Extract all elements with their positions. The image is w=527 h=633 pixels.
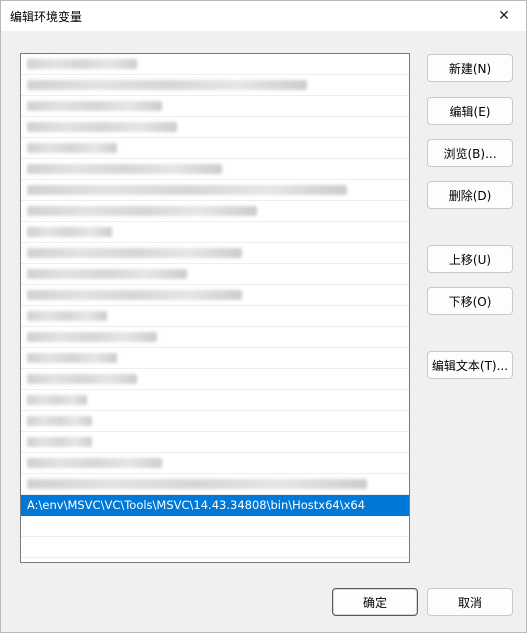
redacted-path-text xyxy=(27,122,177,132)
redacted-path-text xyxy=(27,290,242,300)
edit-text-button[interactable]: 编辑文本(T)... xyxy=(427,351,513,379)
list-item[interactable] xyxy=(21,180,409,201)
redacted-path-text xyxy=(27,269,187,279)
redacted-path-text xyxy=(27,101,162,111)
redacted-path-text xyxy=(27,479,367,489)
title-bar: 编辑环境变量 ✕ xyxy=(1,1,526,31)
list-item[interactable] xyxy=(21,264,409,285)
list-item[interactable] xyxy=(21,222,409,243)
redacted-path-text xyxy=(27,458,162,468)
redacted-path-text xyxy=(27,353,117,363)
cancel-button[interactable]: 取消 xyxy=(427,588,513,616)
edit-env-variable-dialog: 编辑环境变量 ✕ A:\env\MSVC\VC\Tools\MSVC\14.43… xyxy=(0,0,527,633)
list-item[interactable] xyxy=(21,411,409,432)
redacted-path-text xyxy=(27,80,307,90)
redacted-path-text xyxy=(27,227,112,237)
list-item[interactable] xyxy=(21,474,409,495)
redacted-path-text xyxy=(27,437,92,447)
redacted-path-text xyxy=(27,206,257,216)
redacted-path-text xyxy=(27,164,222,174)
new-button[interactable]: 新建(N) xyxy=(427,54,513,82)
ok-button[interactable]: 确定 xyxy=(332,588,418,616)
list-item[interactable] xyxy=(21,138,409,159)
redacted-path-text xyxy=(27,311,107,321)
redacted-path-text xyxy=(27,143,117,153)
redacted-path-text xyxy=(27,248,242,258)
empty-list-row[interactable] xyxy=(21,558,409,562)
edit-button[interactable]: 编辑(E) xyxy=(427,97,513,125)
close-icon[interactable]: ✕ xyxy=(482,1,526,31)
move-up-button[interactable]: 上移(U) xyxy=(427,245,513,273)
list-item-selected[interactable]: A:\env\MSVC\VC\Tools\MSVC\14.43.34808\bi… xyxy=(21,495,409,516)
move-down-button[interactable]: 下移(O) xyxy=(427,287,513,315)
list-item[interactable] xyxy=(21,453,409,474)
list-item[interactable] xyxy=(21,201,409,222)
browse-button[interactable]: 浏览(B)... xyxy=(427,139,513,167)
list-item[interactable] xyxy=(21,96,409,117)
list-item[interactable] xyxy=(21,159,409,180)
window-title: 编辑环境变量 xyxy=(10,10,83,24)
list-item[interactable] xyxy=(21,54,409,75)
redacted-path-text xyxy=(27,59,137,69)
list-item[interactable] xyxy=(21,369,409,390)
list-item[interactable] xyxy=(21,432,409,453)
list-item[interactable] xyxy=(21,306,409,327)
redacted-path-text xyxy=(27,332,157,342)
list-item[interactable] xyxy=(21,75,409,96)
redacted-path-text xyxy=(27,416,92,426)
redacted-path-text xyxy=(27,395,87,405)
path-list[interactable]: A:\env\MSVC\VC\Tools\MSVC\14.43.34808\bi… xyxy=(20,53,410,563)
list-item[interactable] xyxy=(21,390,409,411)
empty-list-row[interactable] xyxy=(21,537,409,558)
empty-list-row[interactable] xyxy=(21,516,409,537)
list-item[interactable] xyxy=(21,243,409,264)
list-item[interactable] xyxy=(21,285,409,306)
redacted-path-text xyxy=(27,374,137,384)
list-item[interactable] xyxy=(21,348,409,369)
list-item[interactable] xyxy=(21,327,409,348)
list-item[interactable] xyxy=(21,117,409,138)
delete-button[interactable]: 删除(D) xyxy=(427,181,513,209)
redacted-path-text xyxy=(27,185,347,195)
